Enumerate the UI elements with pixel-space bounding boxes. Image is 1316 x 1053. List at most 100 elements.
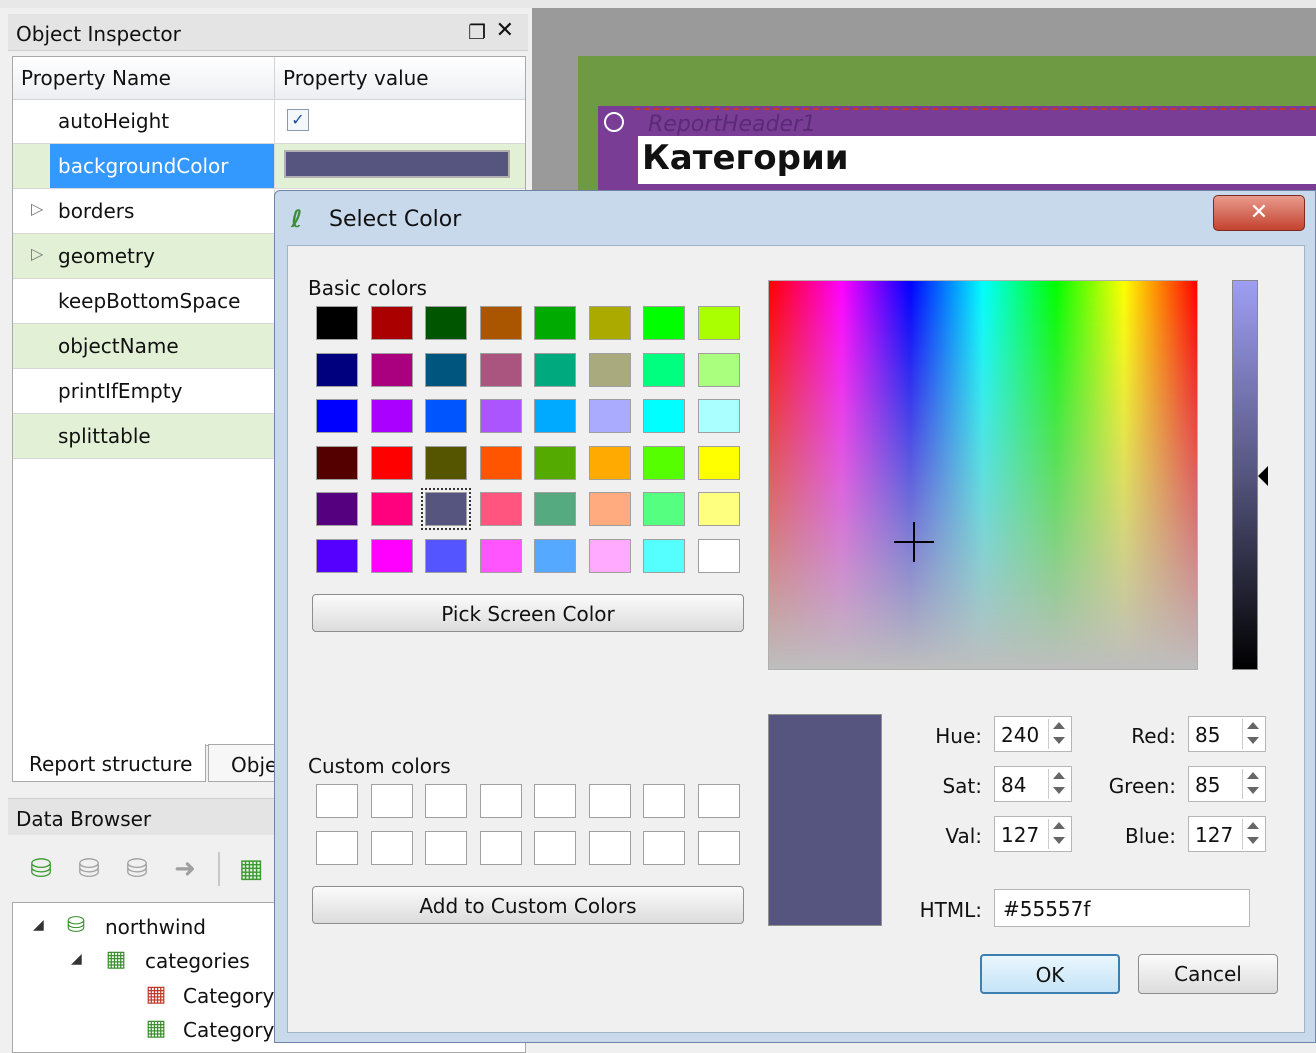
basic-color-swatch[interactable]: [370, 538, 413, 573]
custom-color-swatch[interactable]: [643, 831, 685, 865]
edit-connection-icon[interactable]: ⛁: [72, 852, 106, 886]
basic-color-swatch[interactable]: [479, 352, 522, 387]
autoheight-checkbox[interactable]: ✓: [287, 109, 309, 131]
basic-color-swatch[interactable]: [588, 306, 631, 340]
basic-color-swatch[interactable]: [697, 538, 740, 573]
property-row-backgroundcolor[interactable]: backgroundColor: [13, 144, 525, 189]
basic-color-swatch[interactable]: [316, 492, 358, 526]
expand-arrow-icon[interactable]: ▷: [31, 244, 43, 263]
basic-color-swatch[interactable]: [425, 352, 467, 387]
basic-color-swatch[interactable]: [421, 488, 471, 530]
basic-color-swatch[interactable]: [479, 306, 522, 340]
basic-color-swatch[interactable]: [534, 538, 576, 573]
basic-color-swatch[interactable]: [370, 399, 413, 433]
basic-color-swatch[interactable]: [425, 399, 467, 433]
html-color-input[interactable]: #55557f: [994, 889, 1250, 927]
hue-spinbox[interactable]: 240: [994, 716, 1072, 752]
custom-color-swatch[interactable]: [425, 784, 467, 818]
basic-color-swatch[interactable]: [643, 492, 685, 526]
basic-color-swatch[interactable]: [643, 306, 685, 340]
custom-color-swatch[interactable]: [643, 784, 685, 818]
custom-color-swatch[interactable]: [370, 831, 413, 865]
custom-color-swatch[interactable]: [697, 831, 740, 865]
basic-color-swatch[interactable]: [425, 538, 467, 573]
basic-color-swatch[interactable]: [643, 399, 685, 433]
delete-connection-icon[interactable]: ⛁: [120, 852, 154, 886]
basic-color-swatch[interactable]: [370, 352, 413, 387]
red-spinbox[interactable]: 85: [1188, 716, 1266, 752]
blue-spinbox[interactable]: 127: [1188, 816, 1266, 852]
custom-color-swatch[interactable]: [479, 784, 522, 818]
custom-color-swatch[interactable]: [588, 784, 631, 818]
basic-color-swatch[interactable]: [479, 445, 522, 480]
basic-color-swatch[interactable]: [316, 538, 358, 573]
basic-color-swatch[interactable]: [534, 352, 576, 387]
collapse-arrow-icon[interactable]: ◢: [33, 917, 44, 933]
custom-color-swatch[interactable]: [534, 784, 576, 818]
basic-color-swatch[interactable]: [588, 445, 631, 480]
basic-color-swatch[interactable]: [643, 538, 685, 573]
basic-color-swatch[interactable]: [370, 445, 413, 480]
add-datasource-icon[interactable]: ▦: [234, 852, 268, 886]
basic-color-swatch[interactable]: [697, 445, 740, 480]
value-slider[interactable]: [1232, 280, 1258, 670]
sat-spinbox[interactable]: 84: [994, 766, 1072, 802]
add-connection-icon[interactable]: ⛁: [24, 852, 58, 886]
basic-color-swatch[interactable]: [425, 306, 467, 340]
green-spinbox[interactable]: 85: [1188, 766, 1266, 802]
basic-color-swatch[interactable]: [316, 445, 358, 480]
basic-color-swatch[interactable]: [534, 399, 576, 433]
basic-color-swatch[interactable]: [534, 492, 576, 526]
column-header-name[interactable]: Property Name: [21, 66, 171, 90]
custom-color-swatch[interactable]: [316, 831, 358, 865]
column-header-value[interactable]: Property value: [283, 66, 429, 90]
basic-color-swatch[interactable]: [697, 492, 740, 526]
basic-color-swatch[interactable]: [316, 306, 358, 340]
basic-color-swatch[interactable]: [588, 538, 631, 573]
hue-saturation-picker[interactable]: [768, 280, 1198, 670]
basic-color-swatch[interactable]: [479, 492, 522, 526]
tree-label: categories: [145, 949, 250, 973]
custom-color-swatch[interactable]: [425, 831, 467, 865]
close-icon[interactable]: ✕: [496, 18, 514, 43]
basic-color-swatch[interactable]: [697, 352, 740, 387]
value-slider-arrow-icon[interactable]: [1258, 466, 1268, 486]
basic-color-swatch[interactable]: [370, 492, 413, 526]
background-color-value[interactable]: [284, 150, 510, 178]
custom-color-swatch[interactable]: [534, 831, 576, 865]
basic-color-swatch[interactable]: [643, 445, 685, 480]
basic-color-swatch[interactable]: [316, 399, 358, 433]
basic-color-swatch[interactable]: [534, 445, 576, 480]
report-title-textbox[interactable]: Категории: [638, 136, 1316, 184]
basic-color-swatch[interactable]: [316, 352, 358, 387]
crosshair-icon[interactable]: [894, 522, 934, 562]
val-spinbox[interactable]: 127: [994, 816, 1072, 852]
basic-color-swatch[interactable]: [425, 445, 467, 480]
custom-color-swatch[interactable]: [697, 784, 740, 818]
basic-color-swatch[interactable]: [697, 306, 740, 340]
pick-screen-color-button[interactable]: Pick Screen Color: [312, 594, 744, 632]
basic-color-swatch[interactable]: [479, 399, 522, 433]
basic-color-swatch[interactable]: [697, 399, 740, 433]
cancel-button[interactable]: Cancel: [1138, 954, 1278, 994]
expand-arrow-icon[interactable]: ▷: [31, 199, 43, 218]
custom-color-swatch[interactable]: [588, 831, 631, 865]
custom-color-swatch[interactable]: [316, 784, 358, 818]
dialog-close-button[interactable]: ✕: [1213, 195, 1305, 231]
basic-color-swatch[interactable]: [588, 352, 631, 387]
basic-color-swatch[interactable]: [370, 306, 413, 340]
add-to-custom-colors-button[interactable]: Add to Custom Colors: [312, 886, 744, 924]
ok-button[interactable]: OK: [980, 954, 1120, 994]
float-icon[interactable]: ❐: [468, 20, 486, 44]
tab-report-structure[interactable]: Report structure: [12, 744, 206, 782]
disconnect-icon[interactable]: ➜: [168, 852, 202, 886]
property-row-autoheight[interactable]: autoHeight ✓: [13, 99, 525, 144]
basic-color-swatch[interactable]: [534, 306, 576, 340]
basic-color-swatch[interactable]: [643, 352, 685, 387]
collapse-arrow-icon[interactable]: ◢: [71, 951, 82, 967]
basic-color-swatch[interactable]: [588, 492, 631, 526]
custom-color-swatch[interactable]: [370, 784, 413, 818]
custom-color-swatch[interactable]: [479, 831, 522, 865]
basic-color-swatch[interactable]: [479, 538, 522, 573]
basic-color-swatch[interactable]: [588, 399, 631, 433]
